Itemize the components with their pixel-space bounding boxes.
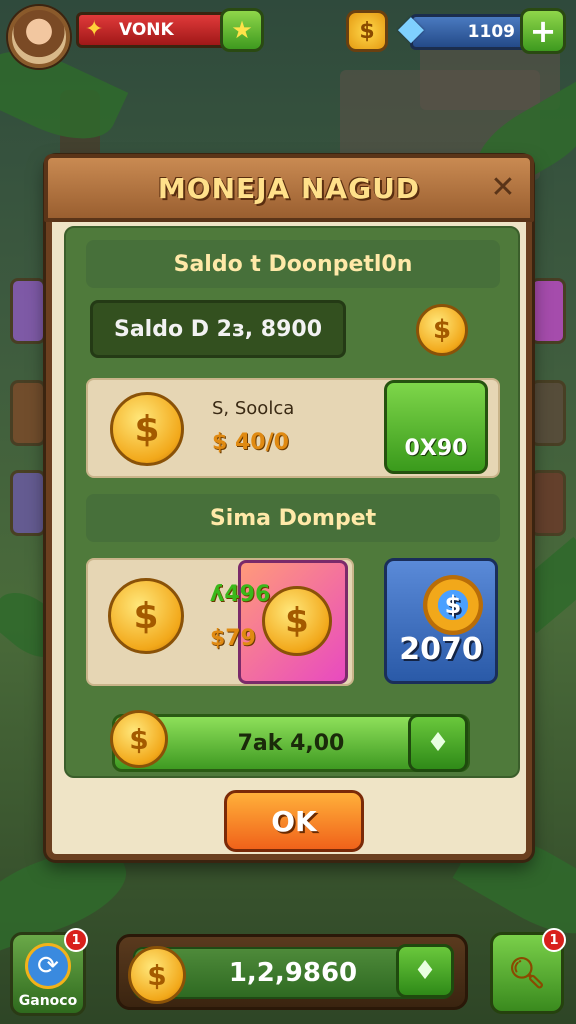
blue-reward-tile[interactable]: $ 2070: [384, 558, 498, 684]
coin-shop-button[interactable]: $: [346, 10, 388, 52]
close-icon: ✕: [490, 169, 516, 205]
star-button[interactable]: ★: [220, 8, 264, 52]
coin-icon: $: [416, 304, 468, 356]
section-label-wallet: Sima Dompet: [86, 494, 500, 542]
notification-badge-left: 1: [64, 928, 88, 952]
coin-icon: $: [110, 392, 184, 466]
side-tile-left-3: [10, 470, 46, 536]
gem-count: 1109: [467, 22, 515, 42]
blue-tile-value: 2070: [399, 632, 483, 667]
side-tile-left-1: [10, 278, 46, 344]
diamond-button[interactable]: ♦: [408, 714, 468, 772]
card1-amount: $ 40/0: [212, 430, 289, 455]
side-tile-right-2: [530, 380, 566, 446]
player-name-bar: ✦ VONK: [76, 12, 228, 48]
plus-icon: +: [529, 12, 557, 50]
player-name: VONK: [119, 20, 174, 40]
currency-value: 1,2,9860: [228, 958, 358, 988]
side-tile-left-2: [10, 380, 46, 446]
player-avatar[interactable]: [8, 6, 70, 68]
ok-label: OK: [271, 804, 317, 838]
coin-icon: $: [128, 946, 186, 1004]
card2-value-2: $79: [210, 626, 256, 651]
notification-badge-right: 1: [542, 928, 566, 952]
gem-icon: ◆: [397, 8, 425, 48]
close-button[interactable]: ✕: [486, 169, 520, 205]
add-gems-button[interactable]: +: [520, 8, 566, 54]
card1-claim-button[interactable]: 0X90: [384, 380, 488, 474]
side-tile-right-1: [530, 278, 566, 344]
diamond-icon: ♦: [413, 956, 437, 986]
diamond-icon: ♦: [426, 728, 450, 758]
modal-header: MONEJA NAGUD ✕: [44, 154, 534, 222]
top-hud: ✦ VONK ★ $ 1109 ◆ +: [0, 0, 576, 76]
modal-title: MONEJA NAGUD: [157, 171, 421, 205]
wallet-card-2: $ ʎ496 $79 $: [86, 558, 354, 686]
card1-button-label: 0X90: [404, 436, 468, 461]
wallet-card-1: $ S, Soolca $ 40/0 0X90: [86, 378, 500, 478]
card2-value-1: ʎ496: [210, 582, 271, 607]
section-label-balance: Saldo t Doonpetl0n: [86, 240, 500, 288]
coin-icon: $: [108, 578, 184, 654]
coin-badge-icon: $: [423, 575, 483, 635]
star-icon: ★: [231, 16, 253, 44]
side-tile-right-3: [530, 470, 566, 536]
coin-icon: $: [359, 18, 375, 44]
refresh-label: Ganoco: [18, 993, 78, 1009]
bottom-bar: ⟳ Ganoco 1 1,2,9860 $ ♦ 🔍︎ 1: [0, 928, 576, 1024]
ok-button[interactable]: OK: [224, 790, 364, 852]
coin-icon: $: [262, 586, 332, 656]
total-value: 7ak 4,00: [237, 730, 345, 756]
balance-display: Saldo D 2з, 8900: [90, 300, 346, 358]
refresh-icon: ⟳: [25, 943, 71, 989]
coin-icon: $: [110, 710, 168, 768]
sparkle-icon: ✦: [85, 17, 104, 42]
search-icon: 🔍︎: [507, 955, 547, 991]
wallet-modal: MONEJA NAGUD ✕ Saldo t Doonpetl0n Saldo …: [44, 154, 534, 860]
currency-action-button[interactable]: ♦: [396, 944, 454, 998]
card1-label: S, Soolca: [212, 398, 295, 419]
modal-content-panel: Saldo t Doonpetl0n Saldo D 2з, 8900 $ $ …: [64, 226, 520, 778]
